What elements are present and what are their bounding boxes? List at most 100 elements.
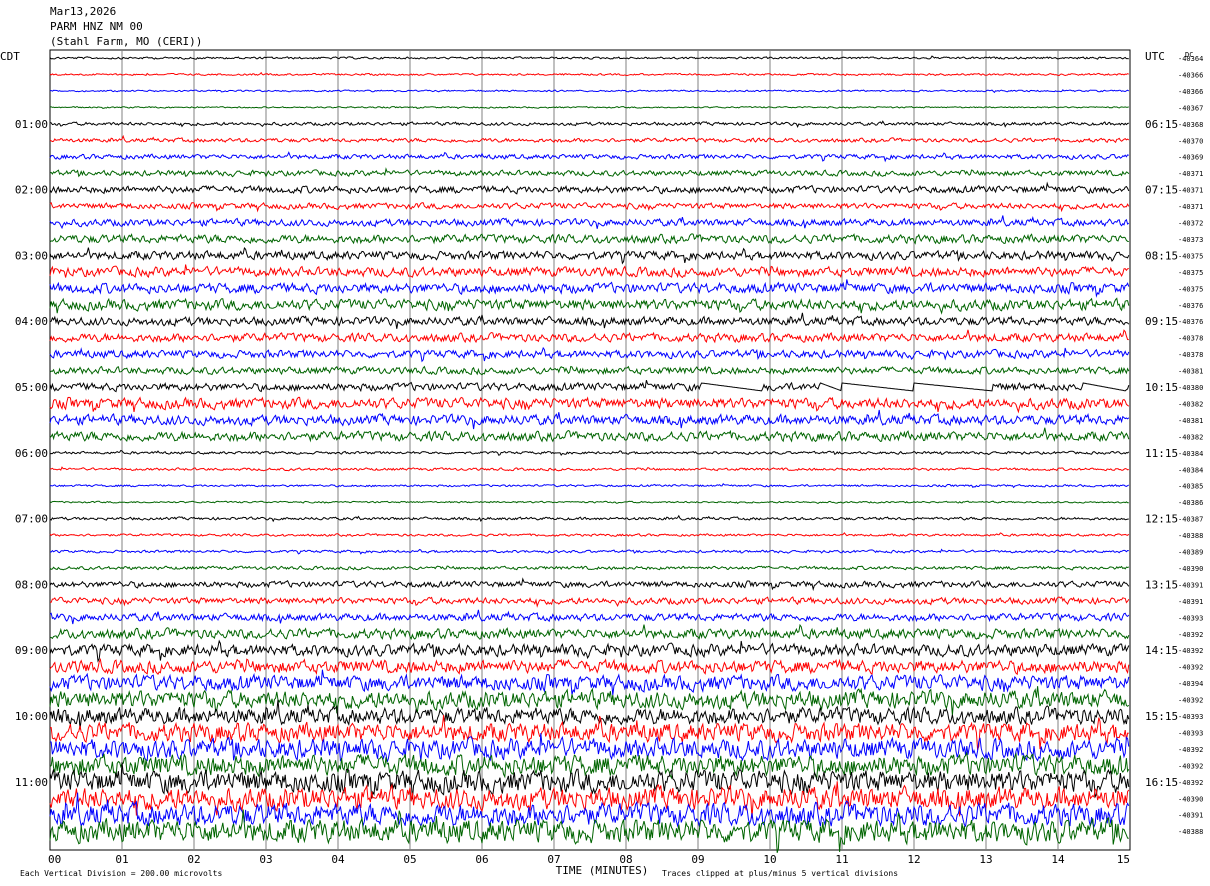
dc-offset-label: -40376 bbox=[1178, 318, 1203, 326]
dc-offset-label: -40389 bbox=[1178, 549, 1203, 557]
dc-offset-label: -40366 bbox=[1178, 88, 1203, 96]
seismic-trace-40 bbox=[49, 686, 1130, 716]
seismogram-chart: CDT UTC DC01:0002:0003:0004:0005:0006:0007… bbox=[0, 49, 1203, 878]
x-tick-label: 12 bbox=[907, 853, 920, 866]
dc-offset-label: -40388 bbox=[1178, 828, 1203, 836]
seismic-trace-1 bbox=[49, 55, 1129, 60]
seismic-trace-21 bbox=[49, 380, 1130, 393]
dc-offset-label: -40387 bbox=[1178, 516, 1203, 524]
dc-offset-label: -40381 bbox=[1178, 368, 1203, 376]
seismic-trace-23 bbox=[49, 409, 1130, 430]
dc-offset-label: -40375 bbox=[1178, 252, 1203, 260]
dc-offset-label: -40364 bbox=[1178, 55, 1203, 63]
seismic-trace-39 bbox=[49, 669, 1130, 696]
left-time-label: 09:00 bbox=[15, 644, 48, 657]
seismic-trace-44 bbox=[49, 751, 1130, 780]
seismic-trace-18 bbox=[49, 329, 1129, 344]
right-time-label: 11:15 bbox=[1145, 447, 1178, 460]
right-time-label: 07:15 bbox=[1145, 184, 1178, 197]
left-time-label: 01:00 bbox=[15, 118, 48, 131]
seismic-trace-22 bbox=[49, 396, 1130, 414]
dc-offset-label: -40373 bbox=[1178, 236, 1203, 244]
trace-group bbox=[49, 55, 1130, 853]
dc-offset-label: -40384 bbox=[1178, 466, 1203, 474]
seismic-trace-37 bbox=[49, 639, 1130, 663]
seismic-trace-25 bbox=[49, 449, 1130, 457]
x-tick-label: 00 bbox=[48, 853, 61, 866]
seismic-trace-3 bbox=[49, 89, 1130, 94]
x-tick-label: 09 bbox=[691, 853, 704, 866]
right-time-label: 09:15 bbox=[1145, 315, 1178, 328]
x-tick-label: 04 bbox=[331, 853, 345, 866]
right-time-label: 14:15 bbox=[1145, 644, 1178, 657]
right-time-label: 08:15 bbox=[1145, 249, 1178, 262]
left-time-label: 10:00 bbox=[15, 710, 48, 723]
seismic-trace-12 bbox=[49, 233, 1129, 245]
seismic-trace-16 bbox=[49, 297, 1130, 315]
right-time-label: 06:15 bbox=[1145, 118, 1178, 131]
seismic-trace-6 bbox=[49, 134, 1130, 144]
dc-offset-label: -40372 bbox=[1178, 220, 1203, 228]
seismic-trace-35 bbox=[49, 609, 1130, 625]
dc-offset-label: -40376 bbox=[1178, 302, 1203, 310]
dc-offset-label: -40368 bbox=[1178, 121, 1203, 129]
seismic-trace-30 bbox=[49, 532, 1130, 537]
dc-offset-label: -40381 bbox=[1178, 417, 1203, 425]
left-time-label: 06:00 bbox=[15, 447, 48, 460]
seismic-trace-13 bbox=[49, 246, 1130, 265]
dc-offset-label: -40382 bbox=[1178, 433, 1203, 441]
x-tick-label: 03 bbox=[259, 853, 272, 866]
dc-offset-label: -40370 bbox=[1178, 137, 1203, 145]
left-time-label: 03:00 bbox=[15, 249, 48, 262]
dc-offset-label: -40390 bbox=[1178, 795, 1203, 803]
seismic-trace-31 bbox=[50, 548, 1129, 555]
dc-offset-label: -40378 bbox=[1178, 335, 1203, 343]
location-label: (Stahl Farm, MO (CERI)) bbox=[50, 35, 203, 48]
dc-offset-label: -40392 bbox=[1178, 631, 1203, 639]
seismic-trace-8 bbox=[49, 167, 1130, 178]
dc-offset-label: -40385 bbox=[1178, 483, 1203, 491]
left-time-label: 11:00 bbox=[15, 776, 48, 789]
x-tick-label: 15 bbox=[1117, 853, 1130, 866]
x-tick-label: 02 bbox=[187, 853, 200, 866]
seismic-trace-5 bbox=[49, 120, 1129, 128]
x-tick-label: 01 bbox=[115, 853, 128, 866]
dc-offset-label: -40392 bbox=[1178, 647, 1203, 655]
dc-offset-label: -40393 bbox=[1178, 614, 1203, 622]
seismic-trace-14 bbox=[49, 264, 1129, 279]
right-time-label: 10:15 bbox=[1145, 381, 1178, 394]
dc-offset-label: -40384 bbox=[1178, 450, 1203, 458]
seismic-trace-2 bbox=[49, 71, 1129, 77]
seismic-trace-19 bbox=[49, 346, 1130, 363]
right-time-label: 16:15 bbox=[1145, 776, 1178, 789]
clip-note: Traces clipped at plus/minus 5 vertical … bbox=[662, 869, 898, 878]
dc-offset-label: -40392 bbox=[1178, 697, 1203, 705]
dc-offset-label: -40366 bbox=[1178, 71, 1203, 79]
dc-offset-label: -40392 bbox=[1178, 779, 1203, 787]
dc-offset-label: -40394 bbox=[1178, 680, 1203, 688]
station-label: PARM HNZ NM 00 bbox=[50, 20, 143, 33]
dc-offset-label: -40367 bbox=[1178, 104, 1203, 112]
right-time-label: 12:15 bbox=[1145, 513, 1178, 526]
dc-offset-label: -40391 bbox=[1178, 812, 1203, 820]
seismic-trace-32 bbox=[49, 565, 1130, 571]
left-time-label: 02:00 bbox=[15, 184, 48, 197]
x-tick-label: 05 bbox=[403, 853, 416, 866]
seismic-trace-7 bbox=[49, 151, 1129, 163]
seismic-trace-26 bbox=[49, 466, 1129, 472]
date-label: Mar13,2026 bbox=[50, 5, 117, 18]
seismic-trace-10 bbox=[49, 201, 1130, 213]
dc-offset-label: -40392 bbox=[1178, 664, 1203, 672]
dc-offset-label: -40369 bbox=[1178, 154, 1203, 162]
left-time-label: 05:00 bbox=[15, 381, 48, 394]
dc-offset-label: -40391 bbox=[1178, 581, 1203, 589]
dc-offset-label: -40390 bbox=[1178, 565, 1203, 573]
dc-offset-label: -40371 bbox=[1178, 170, 1203, 178]
seismic-trace-17 bbox=[49, 312, 1130, 329]
dc-offset-label: -40382 bbox=[1178, 400, 1203, 408]
seismic-trace-4 bbox=[49, 106, 1129, 110]
seismic-trace-36 bbox=[49, 623, 1130, 641]
dc-offset-label: -40393 bbox=[1178, 713, 1203, 721]
dc-offset-label: -40380 bbox=[1178, 384, 1203, 392]
left-time-label: 04:00 bbox=[15, 315, 48, 328]
